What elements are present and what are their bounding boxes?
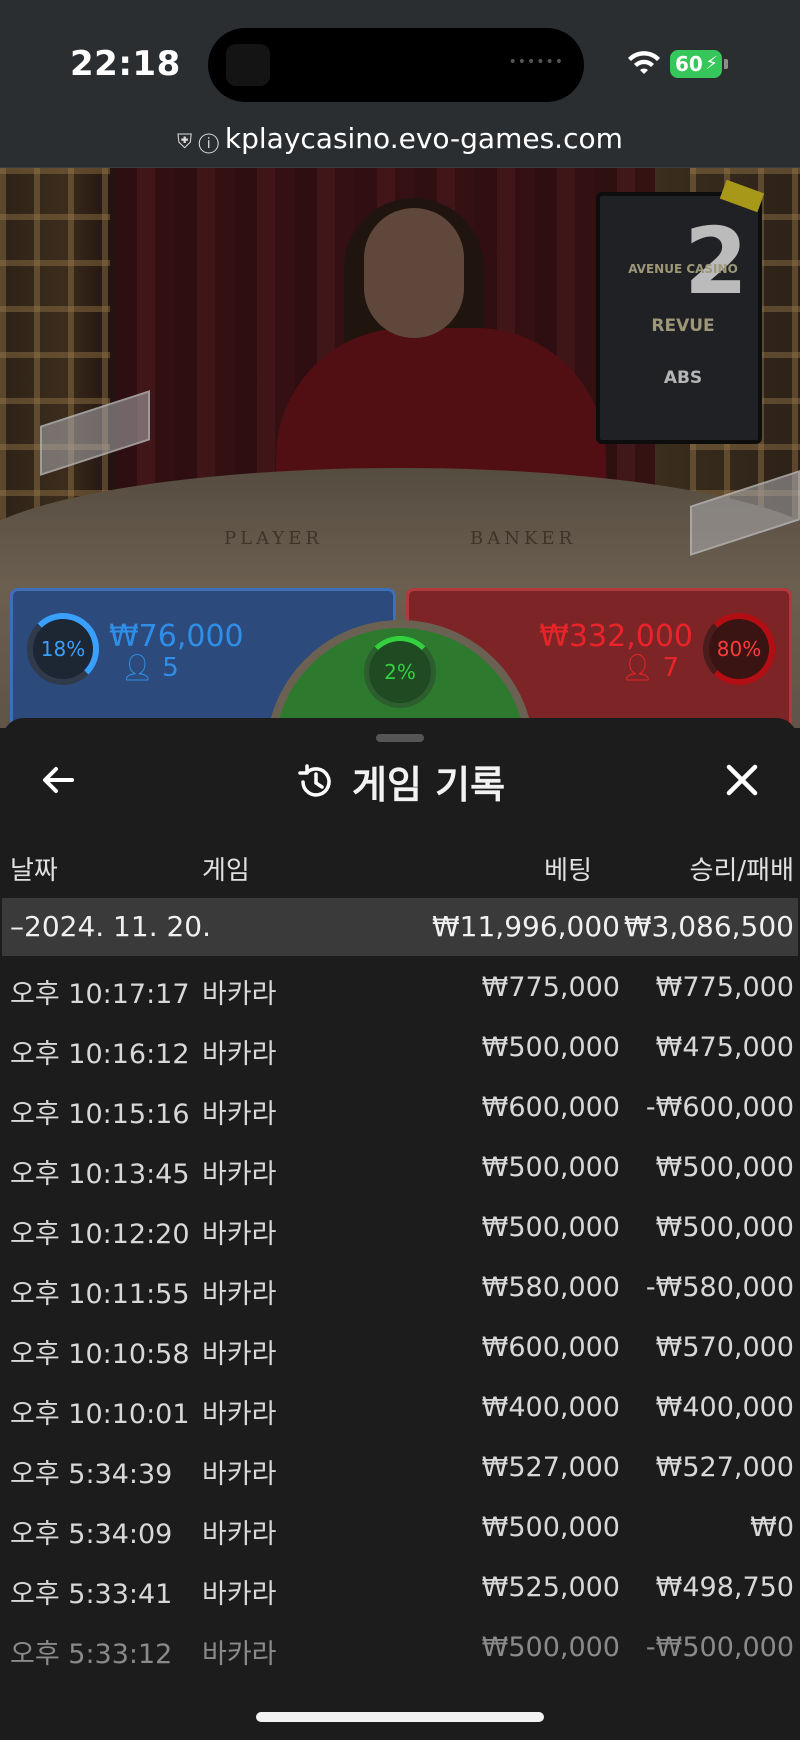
row-time: 오후 10:10:01 [10, 1399, 190, 1430]
row-bet: ₩527,000 [481, 1452, 620, 1483]
player-bet-amount: ₩76,000 [109, 619, 244, 654]
incognito-lock-icon: ⛨ ⓘ [177, 129, 219, 153]
row-time: 오후 10:17:17 [10, 979, 190, 1010]
table-row[interactable]: 오후 10:12:20 바카라 ₩500,000 ₩500,000 [2, 1198, 798, 1258]
row-game: 바카라 [202, 1099, 277, 1130]
table-row[interactable]: 오후 10:17:17 바카라 ₩775,000 ₩775,000 [2, 958, 798, 1018]
row-game: 바카라 [202, 1519, 277, 1550]
row-time: 오후 5:33:41 [10, 1579, 173, 1610]
row-bet: ₩775,000 [481, 972, 620, 1003]
day-summary-row[interactable]: –2024. 11. 20. ₩11,996,000 ₩3,086,500 [2, 898, 798, 956]
game-history-sheet: 게임 기록 날짜 게임 베팅 승리/패배 –2024. 11. 20. ₩11,… [2, 718, 798, 1740]
camera-icon [226, 44, 270, 86]
row-time: 오후 10:10:58 [10, 1339, 190, 1370]
row-game: 바카라 [202, 1219, 277, 1250]
row-game: 바카라 [202, 1039, 277, 1070]
row-bet: ₩580,000 [481, 1272, 620, 1303]
row-bet: ₩500,000 [481, 1212, 620, 1243]
row-time: 오후 10:13:45 [10, 1159, 190, 1190]
row-bet: ₩600,000 [481, 1092, 620, 1123]
banker-bettor-count: 👤︎ 7 [621, 653, 679, 683]
clock: 22:18 [70, 44, 181, 84]
player-percent-ring: 18% [27, 613, 99, 685]
sheet-grabber[interactable] [376, 734, 424, 742]
row-bet: ₩500,000 [481, 1152, 620, 1183]
row-result: ₩498,750 [655, 1572, 794, 1603]
row-result: ₩400,000 [655, 1392, 794, 1423]
table-row[interactable]: 오후 10:11:55 바카라 ₩580,000 -₩580,000 [2, 1258, 798, 1318]
row-time: 오후 10:15:16 [10, 1099, 190, 1130]
row-result: ₩527,000 [655, 1452, 794, 1483]
row-time: 오후 10:11:55 [10, 1279, 190, 1310]
day-bet-total: ₩11,996,000 [431, 910, 620, 943]
row-time: 오후 5:33:12 [10, 1639, 173, 1670]
activity-dots-icon: •••••• [508, 54, 564, 70]
column-header-win-loss: 승리/패배 [689, 856, 794, 886]
table-row[interactable]: 오후 5:33:12 바카라 ₩500,000 -₩500,000 [2, 1618, 798, 1678]
user-icon: 👤︎ [621, 653, 655, 683]
row-bet: ₩400,000 [481, 1392, 620, 1423]
row-result: ₩500,000 [655, 1152, 794, 1183]
row-game: 바카라 [202, 1159, 277, 1190]
column-header-game: 게임 [202, 856, 250, 886]
row-bet: ₩500,000 [481, 1632, 620, 1663]
history-icon [298, 763, 331, 797]
status-bar: 22:18 •••••• 60 ⚡ [0, 0, 800, 120]
row-bet: ₩500,000 [481, 1512, 620, 1543]
row-game: 바카라 [202, 979, 277, 1010]
row-time: 오후 10:16:12 [10, 1039, 190, 1070]
table-row[interactable]: 오후 10:13:45 바카라 ₩500,000 ₩500,000 [2, 1138, 798, 1198]
row-time: 오후 5:34:09 [10, 1519, 173, 1550]
banker-percent-ring: 80% [703, 613, 775, 685]
row-result: ₩0 [750, 1512, 794, 1543]
row-result: ₩475,000 [655, 1032, 794, 1063]
row-game: 바카라 [202, 1399, 277, 1430]
day-win-total: ₩3,086,500 [623, 910, 794, 943]
table-row[interactable]: 오후 10:10:01 바카라 ₩400,000 ₩400,000 [2, 1378, 798, 1438]
row-bet: ₩600,000 [481, 1332, 620, 1363]
url-text: kplaycasino.evo-games.com [224, 122, 623, 155]
table-row[interactable]: 오후 10:15:16 바카라 ₩600,000 -₩600,000 [2, 1078, 798, 1138]
player-bettor-count: 👤︎ 5 [121, 653, 179, 683]
table-row[interactable]: 오후 10:10:58 바카라 ₩600,000 ₩570,000 [2, 1318, 798, 1378]
row-result: -₩580,000 [645, 1272, 794, 1303]
dynamic-island: •••••• [208, 28, 584, 102]
row-game: 바카라 [202, 1579, 277, 1610]
row-time: 오후 10:12:20 [10, 1219, 190, 1250]
battery-indicator: 60 ⚡ [670, 50, 728, 78]
table-row[interactable]: 오후 5:33:41 바카라 ₩525,000 ₩498,750 [2, 1558, 798, 1618]
day-label: –2024. 11. 20. [10, 910, 212, 943]
charging-icon: ⚡ [705, 53, 718, 74]
banker-bet-amount: ₩332,000 [539, 619, 693, 654]
address-bar[interactable]: ⛨ ⓘ kplaycasino.evo-games.com [0, 120, 800, 168]
row-result: ₩570,000 [655, 1332, 794, 1363]
row-bet: ₩525,000 [481, 1572, 620, 1603]
user-icon: 👤︎ [121, 653, 155, 683]
close-icon[interactable] [720, 758, 764, 802]
table-row[interactable]: 오후 10:16:12 바카라 ₩500,000 ₩475,000 [2, 1018, 798, 1078]
row-game: 바카라 [202, 1339, 277, 1370]
column-header-date: 날짜 [10, 856, 58, 886]
wifi-icon [628, 51, 660, 74]
row-game: 바카라 [202, 1279, 277, 1310]
row-bet: ₩500,000 [481, 1032, 620, 1063]
sheet-header: 게임 기록 [2, 754, 798, 809]
row-game: 바카라 [202, 1459, 277, 1490]
column-header-bet: 베팅 [544, 856, 592, 886]
home-indicator[interactable] [256, 1712, 544, 1722]
tie-percent-ring: 2% [364, 636, 436, 708]
row-time: 오후 5:34:39 [10, 1459, 173, 1490]
table-row[interactable]: 오후 5:34:09 바카라 ₩500,000 ₩0 [2, 1498, 798, 1558]
row-result: ₩775,000 [655, 972, 794, 1003]
app-screen: 22:18 •••••• 60 ⚡ ⛨ ⓘ kplaycasino.evo-gam… [0, 0, 800, 1740]
row-game: 바카라 [202, 1639, 277, 1670]
row-result: -₩600,000 [645, 1092, 794, 1123]
sheet-title: 게임 기록 [352, 763, 506, 807]
battery-level: 60 [675, 52, 703, 76]
row-result: ₩500,000 [655, 1212, 794, 1243]
table-row[interactable]: 오후 5:34:39 바카라 ₩527,000 ₩527,000 [2, 1438, 798, 1498]
row-result: -₩500,000 [645, 1632, 794, 1663]
